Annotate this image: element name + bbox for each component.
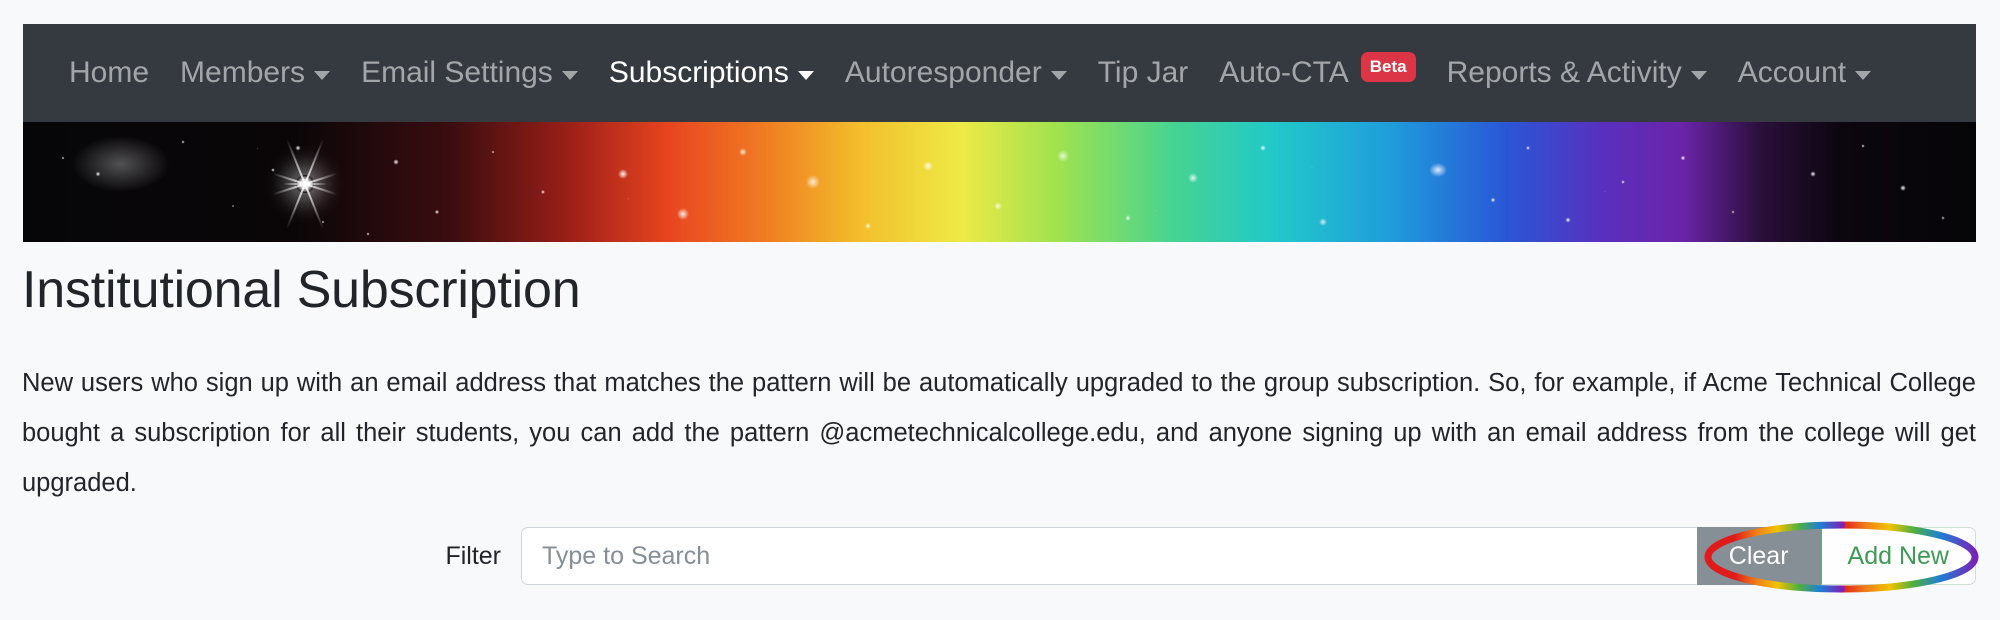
hero-banner-image	[23, 122, 1976, 242]
nav-item-home[interactable]: Home	[69, 58, 149, 88]
chevron-down-icon	[1050, 70, 1067, 80]
banner-stars	[23, 122, 1976, 242]
nav-item-label: Reports & Activity	[1446, 56, 1682, 89]
chevron-down-icon	[314, 70, 331, 80]
nav-item-label: Subscriptions	[608, 56, 789, 89]
nav-item-label: Members	[180, 56, 306, 89]
nav-item-label: Tip Jar	[1097, 56, 1189, 89]
nav-item-account[interactable]: Account	[1737, 56, 1872, 89]
nav-item-label: Email Settings	[361, 56, 553, 89]
clear-button[interactable]: Clear	[1696, 527, 1821, 585]
chevron-down-icon	[561, 70, 578, 80]
nav-item-autoresponder[interactable]: Autoresponder	[845, 58, 1067, 88]
add-new-button[interactable]: Add New	[1820, 527, 1976, 585]
nav-item-tip-jar[interactable]: Tip Jar	[1098, 58, 1189, 88]
nav-item-label: Account	[1737, 56, 1847, 89]
page-description: New users who sign up with an email addr…	[22, 369, 1976, 497]
filter-input-group: Clear Add New	[521, 527, 1976, 585]
chevron-down-icon	[1690, 70, 1707, 80]
nav-item-label: Auto-CTA	[1219, 56, 1349, 89]
beta-badge: Beta	[1360, 52, 1416, 82]
page-title: Institutional Subscription	[22, 261, 581, 319]
nav-item-members[interactable]: Members	[180, 56, 331, 89]
filter-toolbar: Filter Clear Add New	[22, 525, 1976, 587]
nav-item-reports-activity[interactable]: Reports & Activity	[1447, 58, 1707, 88]
search-input[interactable]	[521, 527, 1697, 585]
nav-item-email-settings[interactable]: Email Settings	[361, 58, 578, 88]
nav-item-label: Home	[69, 56, 150, 89]
nav-item-subscriptions[interactable]: Subscriptions	[609, 58, 814, 88]
chevron-down-icon	[1855, 70, 1872, 80]
nav-item-auto-cta[interactable]: Auto-CTA Beta	[1219, 52, 1416, 89]
main-navbar: Home Members Email Settings Subscription…	[23, 24, 1976, 122]
filter-label: Filter	[445, 541, 501, 570]
nav-item-label: Autoresponder	[844, 56, 1042, 89]
page-root: Home Members Email Settings Subscription…	[0, 0, 2000, 620]
chevron-down-icon	[797, 70, 814, 80]
